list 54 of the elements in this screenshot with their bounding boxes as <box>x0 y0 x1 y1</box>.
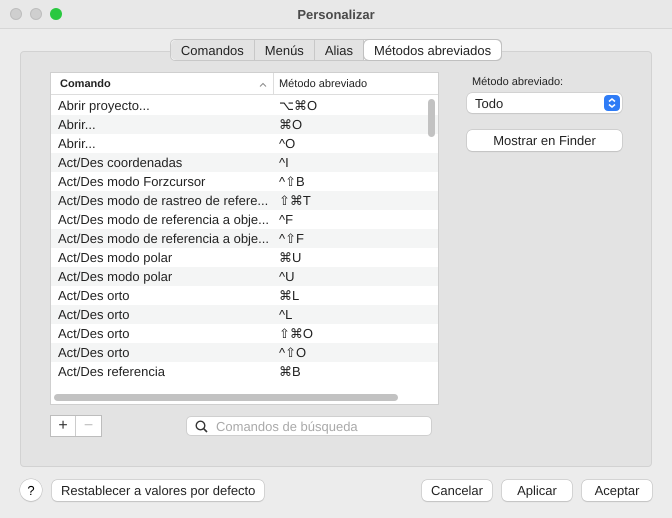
vertical-scrollbar[interactable] <box>428 99 435 137</box>
table-cell-text: Act/Des orto <box>57 326 131 341</box>
minimize-button[interactable] <box>30 8 42 20</box>
horizontal-scrollbar[interactable] <box>54 394 398 401</box>
search-icon <box>195 420 208 432</box>
table-cell-text: Act/Des orto <box>57 345 131 360</box>
table-cell-text: Abrir... <box>57 136 97 151</box>
table-cell-text: Act/Des modo de referencia a obje... <box>57 212 270 227</box>
tab[interactable]: Métodos abreviados <box>364 40 502 60</box>
reset-button[interactable]: Restablecer a valores por defecto <box>52 480 264 500</box>
table-cell-text: Act/Des coordenadas <box>57 155 184 170</box>
table-cell: ⌘L <box>279 288 300 304</box>
window-title: Personalizar <box>297 6 375 22</box>
sort-caret-icon <box>259 82 267 86</box>
tab[interactable]: Alias <box>314 40 364 60</box>
table-cell: ⌘O <box>279 116 302 132</box>
table-cell: ^⇧O <box>279 344 306 360</box>
tab[interactable]: Comandos <box>170 40 255 60</box>
dialog-button[interactable]: Aplicar <box>502 480 572 500</box>
table-cell: ⌥⌘O <box>279 98 318 114</box>
table-cell: ^⇧B <box>279 174 305 190</box>
dialog-button[interactable]: Cancelar <box>422 480 492 500</box>
table-cell: ⇧⌘T <box>279 192 311 208</box>
dialog-button[interactable]: Aceptar <box>582 480 652 500</box>
table-cell: ⌘U <box>279 250 302 266</box>
show-in-finder-button[interactable]: Mostrar en Finder <box>467 130 622 151</box>
table-cell-text: Act/Des modo polar <box>57 269 174 284</box>
table-cell: ⇧⌘O <box>279 326 314 342</box>
table-cell: ^U <box>279 269 294 284</box>
table-cell-text: Act/Des orto <box>57 307 131 322</box>
table-cell: ^⇧F <box>279 230 304 246</box>
table-cell-text: Act/Des modo Forzcursor <box>57 174 206 189</box>
tab[interactable]: Menús <box>254 40 315 60</box>
table-cell-text: Act/Des modo polar <box>57 250 174 265</box>
column-header[interactable]: Método abreviado <box>279 78 368 90</box>
table-cell-text: Act/Des modo de referencia a obje... <box>57 231 270 246</box>
search-field[interactable]: Comandos de búsqueda <box>186 416 432 436</box>
column-header[interactable]: Comando <box>60 78 111 90</box>
zoom-button[interactable] <box>50 8 62 20</box>
table-cell-text: Act/Des orto <box>57 288 131 303</box>
help-button[interactable]: ? <box>20 479 42 501</box>
table-cell: ^F <box>279 212 294 227</box>
filter-label: Método abreviado: <box>472 76 564 88</box>
table-cell-text: Abrir... <box>57 117 97 132</box>
table-cell-text: Act/Des modo de rastreo de refere... <box>57 193 270 208</box>
stepper-icon <box>604 95 620 111</box>
filter-dropdown[interactable]: Todo <box>467 93 622 113</box>
table-cell: ^I <box>279 155 289 170</box>
table-cell: ^L <box>279 307 292 322</box>
table-cell: ^O <box>279 136 296 151</box>
close-button[interactable] <box>10 8 22 20</box>
table-cell-text: Act/Des referencia <box>57 364 166 379</box>
table-cell: ⌘B <box>279 364 301 380</box>
table-cell-text: Abrir proyecto... <box>57 98 151 113</box>
